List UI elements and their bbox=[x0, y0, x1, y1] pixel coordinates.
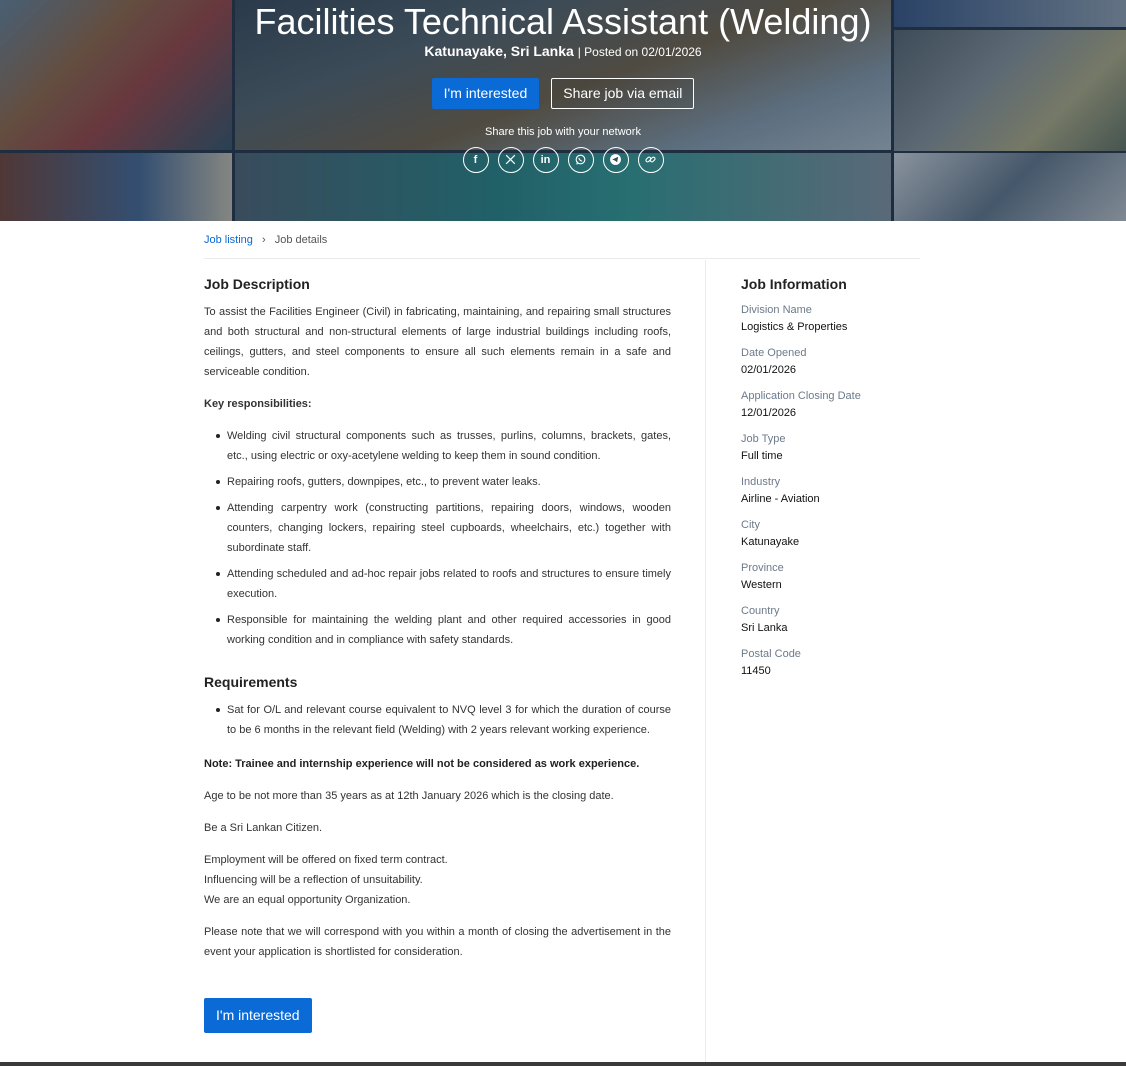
info-label: Province bbox=[741, 562, 784, 574]
info-country: Country Sri Lanka bbox=[741, 603, 921, 646]
employment-terms: Employment will be offered on fixed term… bbox=[204, 850, 671, 910]
bottom-bar bbox=[0, 1062, 1126, 1066]
info-city: City Katunayake bbox=[741, 517, 921, 560]
job-meta: Katunayake, Sri Lanka | Posted on 02/01/… bbox=[0, 42, 1126, 61]
job-location: Katunayake, Sri Lanka bbox=[424, 43, 574, 59]
info-industry: Industry Airline - Aviation bbox=[741, 474, 921, 517]
info-value: Sri Lanka bbox=[741, 622, 788, 634]
link-icon[interactable] bbox=[637, 147, 664, 173]
breadcrumb-job-listing[interactable]: Job listing bbox=[204, 234, 253, 246]
info-value: Full time bbox=[741, 450, 783, 462]
info-label: Country bbox=[741, 605, 780, 617]
list-item: Repairing roofs, gutters, downpipes, etc… bbox=[204, 472, 671, 492]
job-summary: To assist the Facilities Engineer (Civil… bbox=[204, 306, 671, 378]
info-label: Date Opened bbox=[741, 347, 807, 359]
info-value: 11450 bbox=[741, 665, 771, 677]
chevron-right-icon: › bbox=[261, 234, 266, 246]
info-label: Postal Code bbox=[741, 648, 801, 660]
responsibilities-list: Welding civil structural components such… bbox=[204, 426, 671, 650]
list-item: Responsible for maintaining the welding … bbox=[204, 610, 671, 650]
interested-button-bottom[interactable]: I'm interested bbox=[204, 998, 312, 1033]
info-postal-code: Postal Code 11450 bbox=[741, 646, 921, 689]
employment-line: Employment will be offered on fixed term… bbox=[204, 854, 448, 866]
info-division: Division Name Logistics & Properties bbox=[741, 302, 921, 345]
list-item: Welding civil structural components such… bbox=[204, 426, 671, 466]
info-closing-date: Application Closing Date 12/01/2026 bbox=[741, 388, 921, 431]
info-label: Application Closing Date bbox=[741, 390, 861, 402]
info-label: City bbox=[741, 519, 760, 531]
breadcrumb-current: Job details bbox=[274, 234, 328, 246]
info-date-opened: Date Opened 02/01/2026 bbox=[741, 345, 921, 388]
column-divider bbox=[705, 260, 706, 1066]
hero-banner: Facilities Technical Assistant (Welding)… bbox=[0, 0, 1126, 221]
requirements-heading: Requirements bbox=[204, 674, 298, 690]
employment-line: We are an equal opportunity Organization… bbox=[204, 894, 411, 906]
list-item: Attending carpentry work (constructing p… bbox=[204, 498, 671, 558]
info-label: Division Name bbox=[741, 304, 812, 316]
correspondence-note: Please note that we will correspond with… bbox=[204, 926, 671, 958]
hero-actions: I'm interested Share job via email bbox=[0, 78, 1126, 109]
info-label: Industry bbox=[741, 476, 781, 488]
job-title: Facilities Technical Assistant (Welding) bbox=[254, 1, 872, 42]
info-value: Logistics & Properties bbox=[741, 321, 848, 333]
job-main-content: Job Description To assist the Facilities… bbox=[204, 274, 671, 1033]
job-information-heading: Job Information bbox=[741, 276, 847, 292]
list-item: Attending scheduled and ad-hoc repair jo… bbox=[204, 564, 671, 604]
share-icons: f in bbox=[0, 147, 1126, 173]
key-responsibilities-label: Key responsibilities: bbox=[204, 398, 312, 410]
info-province: Province Western bbox=[741, 560, 921, 603]
info-job-type: Job Type Full time bbox=[741, 431, 921, 474]
info-value: Airline - Aviation bbox=[741, 493, 820, 505]
job-posted-date: | Posted on 02/01/2026 bbox=[577, 45, 702, 59]
requirements-list: Sat for O/L and relevant course equivale… bbox=[204, 700, 671, 740]
info-value: Western bbox=[741, 579, 782, 591]
info-value: 12/01/2026 bbox=[741, 407, 797, 419]
linkedin-icon[interactable]: in bbox=[532, 147, 559, 173]
info-label: Job Type bbox=[741, 433, 786, 445]
whatsapp-icon[interactable] bbox=[567, 147, 594, 173]
telegram-icon[interactable] bbox=[602, 147, 629, 173]
interested-button[interactable]: I'm interested bbox=[431, 78, 540, 109]
employment-line: Influencing will be a reflection of unsu… bbox=[204, 874, 423, 886]
info-value: Katunayake bbox=[741, 536, 800, 548]
info-value: 02/01/2026 bbox=[741, 364, 797, 376]
share-label: Share this job with your network bbox=[485, 126, 641, 138]
job-information-panel: Job Information Division Name Logistics … bbox=[741, 274, 921, 689]
experience-note: Note: Trainee and internship experience … bbox=[204, 758, 640, 770]
citizenship-requirement: Be a Sri Lankan Citizen. bbox=[204, 822, 323, 834]
age-requirement: Age to be not more than 35 years as at 1… bbox=[204, 790, 614, 802]
share-email-button[interactable]: Share job via email bbox=[551, 78, 695, 109]
list-item: Sat for O/L and relevant course equivale… bbox=[204, 700, 671, 740]
facebook-icon[interactable]: f bbox=[462, 147, 489, 173]
header-divider bbox=[204, 258, 920, 259]
x-icon[interactable] bbox=[497, 147, 524, 173]
breadcrumb: Job listing › Job details bbox=[204, 232, 327, 248]
job-description-heading: Job Description bbox=[204, 276, 310, 292]
